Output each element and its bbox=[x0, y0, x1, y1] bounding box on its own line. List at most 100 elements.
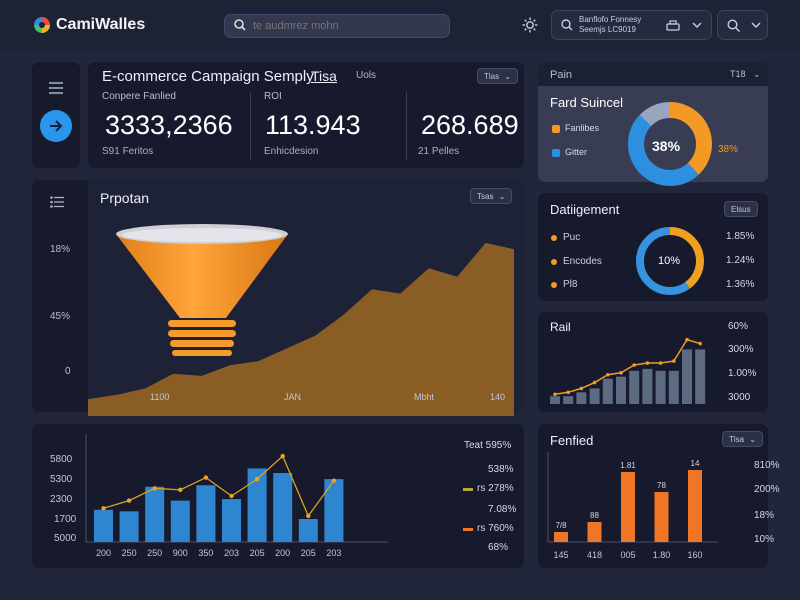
search-icon bbox=[727, 19, 740, 32]
account-selector[interactable]: Banflofo Fonnesy Seemjs LC9019 bbox=[551, 10, 712, 40]
pie-card-title: Fard Suincel bbox=[550, 95, 623, 110]
combo-bar-chart: 200 250 250 900 350 203 205 200 205 203 bbox=[85, 434, 388, 558]
combo-point bbox=[101, 506, 106, 511]
search-icon bbox=[234, 19, 246, 31]
divider bbox=[406, 92, 407, 160]
funnel-x-label-3: Mbht bbox=[414, 392, 435, 402]
rail-axis-1: 60% bbox=[728, 321, 749, 332]
rail-point bbox=[672, 359, 676, 363]
fenfied-data-label: 78 bbox=[657, 481, 666, 490]
search-input[interactable] bbox=[253, 18, 443, 34]
pie-center-value: 38% bbox=[652, 138, 681, 154]
fenfied-data-label: 88 bbox=[590, 511, 599, 520]
combo-legend-5: rs 760% bbox=[477, 523, 514, 534]
fenfied-axis-2: 200% bbox=[754, 484, 780, 495]
fenfied-x-tick: 005 bbox=[620, 550, 635, 560]
rail-point bbox=[606, 372, 610, 377]
combo-legend-1: Teat 595% bbox=[464, 440, 512, 451]
combo-point bbox=[126, 498, 132, 503]
combo-y-label-2: 5300 bbox=[50, 474, 73, 485]
funnel-dropdown[interactable]: Tsas ⌄ bbox=[470, 188, 513, 204]
fenfied-axis-4: 10% bbox=[754, 534, 775, 545]
rail-point bbox=[592, 380, 597, 385]
chevron-down-icon: ⌄ bbox=[504, 72, 512, 81]
pie-legend-2: Gitter bbox=[565, 147, 588, 157]
donut-item-1-label: Puc bbox=[563, 232, 581, 243]
legend-swatch-orange bbox=[463, 528, 473, 531]
search-box[interactable] bbox=[224, 14, 450, 38]
combo-point bbox=[178, 487, 183, 493]
combo-legend-4: 7.08% bbox=[488, 504, 517, 515]
rail-bar bbox=[642, 368, 653, 404]
fenfied-axis-3: 18% bbox=[754, 510, 775, 521]
campaign-tab[interactable]: Uols bbox=[356, 70, 376, 81]
combo-x-tick: 250 bbox=[122, 548, 137, 558]
fenfied-axis-1: 810% bbox=[754, 460, 780, 471]
menu-icon[interactable] bbox=[49, 82, 63, 94]
metric-1-label: Conpere Fanlied bbox=[102, 91, 176, 102]
campaign-dropdown[interactable]: Tlas ⌄ bbox=[477, 68, 519, 84]
combo-x-tick: 250 bbox=[147, 548, 162, 558]
side-nav bbox=[32, 62, 80, 168]
rail-point bbox=[698, 341, 702, 346]
fenfied-bar bbox=[554, 532, 568, 542]
pie-card: Pain T18 ⌄ Fard Suincel Fanlibes Gitter … bbox=[538, 62, 768, 186]
funnel-title: Prpotan bbox=[100, 190, 150, 206]
combo-bar bbox=[196, 485, 216, 542]
legend-dot-orange bbox=[551, 235, 557, 241]
combo-bar bbox=[119, 511, 139, 542]
chevron-down-icon: ⌄ bbox=[749, 435, 757, 444]
metric-2-sub: Enhicdesion bbox=[264, 146, 319, 157]
combo-line bbox=[103, 455, 335, 518]
funnel-y-label-2: 45% bbox=[50, 311, 71, 322]
arrow-right-button[interactable] bbox=[40, 110, 72, 142]
donut-card: Datiigement Elsus Puc Encodes Pl8 10% 1.… bbox=[538, 193, 768, 301]
campaign-dropdown-label: Tlas bbox=[484, 72, 500, 81]
sun-icon[interactable] bbox=[522, 17, 538, 33]
combo-x-tick: 203 bbox=[224, 548, 239, 558]
search-icon bbox=[561, 19, 573, 31]
fenfied-bar-chart: 7/8 145 88 418 1.81 005 78 1.80 14 160 bbox=[547, 452, 718, 560]
pie-card-dropdown[interactable]: T18 ⌄ bbox=[730, 69, 761, 80]
legend-swatch-olive bbox=[463, 488, 473, 491]
list-icon[interactable] bbox=[50, 196, 64, 208]
combo-y-label-4: 1700 bbox=[54, 514, 77, 525]
fenfied-x-tick: 160 bbox=[687, 550, 702, 560]
combo-point bbox=[331, 478, 337, 483]
chevron-down-icon: ⌄ bbox=[753, 69, 761, 79]
combo-y-label-3: 2300 bbox=[50, 494, 73, 505]
donut-item-3-label: Pl8 bbox=[563, 279, 578, 290]
combo-x-tick: 900 bbox=[173, 548, 188, 558]
combo-card: 5800 5300 2300 1700 5000 200 250 250 900 350… bbox=[32, 424, 524, 568]
campaign-title: E-commerce Campaign Semply bbox=[102, 68, 314, 85]
fenfied-card: Fenfied Tlsa ⌄ 7/8 145 88 418 1.81 005 78 1.80 1… bbox=[538, 424, 780, 568]
campaign-title-link[interactable]: Tisa bbox=[311, 68, 337, 84]
fenfied-data-label: 1.81 bbox=[620, 461, 636, 470]
donut-chip[interactable]: Elsus bbox=[724, 201, 758, 217]
metric-2-value: 113.943 bbox=[265, 110, 361, 140]
combo-x-tick: 200 bbox=[96, 548, 111, 558]
combo-x-tick: 205 bbox=[301, 548, 316, 558]
funnel-x-label-4: 140 bbox=[490, 392, 506, 402]
pie-card-header-label: Pain bbox=[550, 69, 573, 81]
combo-y-label-5: 5000 bbox=[54, 533, 77, 544]
combo-x-tick: 205 bbox=[250, 548, 265, 558]
chevron-down-icon bbox=[692, 22, 702, 28]
combo-x-tick: 200 bbox=[275, 548, 290, 558]
brand-logo-icon bbox=[34, 17, 50, 33]
combo-x-tick: 203 bbox=[326, 548, 341, 558]
metric-3-sub: 21 Pelles bbox=[418, 146, 460, 157]
rail-point bbox=[685, 337, 689, 342]
legend-swatch-orange bbox=[552, 125, 560, 133]
pie-side-value: 38% bbox=[718, 144, 739, 155]
fenfied-bar bbox=[688, 470, 702, 542]
combo-bar bbox=[145, 486, 165, 542]
rail-bar bbox=[668, 370, 679, 404]
fenfied-dropdown[interactable]: Tlsa ⌄ bbox=[722, 431, 764, 447]
search-menu-button[interactable] bbox=[717, 10, 768, 40]
donut-item-3-value: 1.36% bbox=[726, 279, 755, 290]
rail-card: Rail 60% 300% 1.00% 3000 bbox=[538, 312, 768, 412]
pie-card-dropdown-label: T18 bbox=[730, 69, 746, 79]
printer-icon bbox=[666, 20, 680, 31]
rail-bar bbox=[629, 370, 640, 404]
